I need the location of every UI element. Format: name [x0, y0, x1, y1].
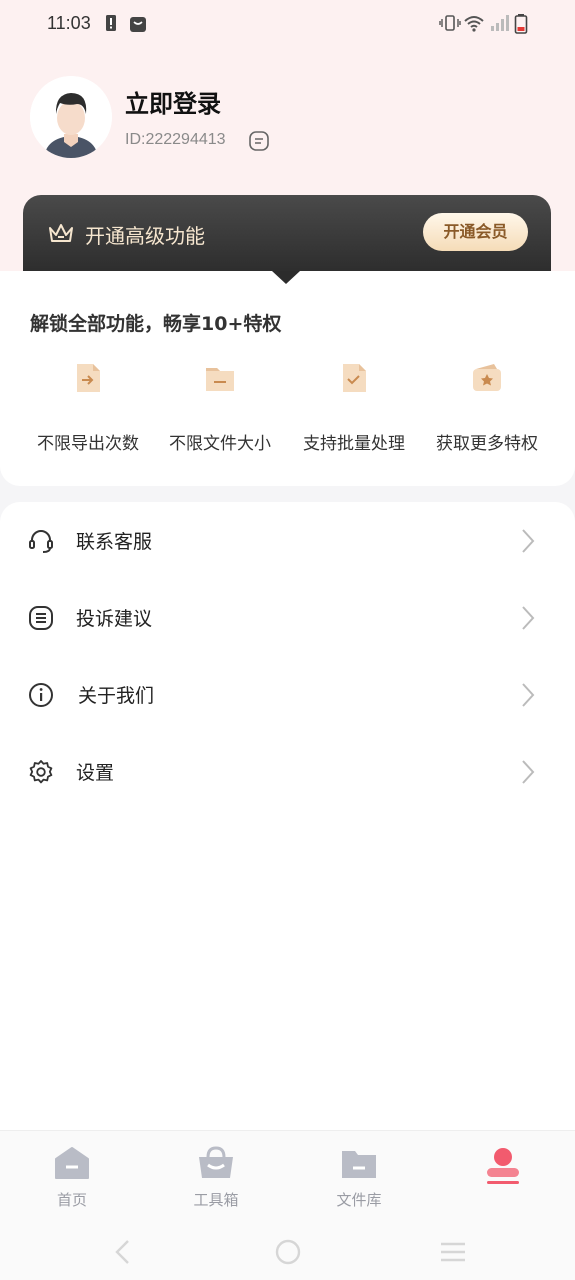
- menu-label: 联系客服: [76, 531, 153, 553]
- menu-item-settings[interactable]: 设置: [0, 733, 575, 810]
- alert-icon: [106, 15, 116, 31]
- avatar[interactable]: [30, 76, 112, 158]
- chevron-right-icon: [522, 529, 535, 553]
- recents-icon[interactable]: [439, 1238, 467, 1266]
- copy-icon[interactable]: [248, 130, 270, 152]
- nav-label: 首页: [56, 1191, 87, 1209]
- chevron-right-icon: [522, 606, 535, 630]
- user-id: ID:222294413: [125, 131, 226, 148]
- open-membership-button[interactable]: 开通会员: [423, 213, 528, 251]
- menu-item-contact-service[interactable]: 联系客服: [0, 502, 575, 579]
- nav-home[interactable]: 首页: [22, 1145, 122, 1210]
- crown-icon: [49, 224, 73, 242]
- headset-icon: [29, 530, 53, 553]
- wifi-icon: [464, 16, 484, 32]
- folder-icon: [206, 368, 234, 391]
- menu-label: 设置: [76, 762, 115, 784]
- feedback-icon: [29, 606, 53, 630]
- privilege-item[interactable]: 获取更多特权: [422, 361, 552, 454]
- menu-label: 投诉建议: [76, 608, 153, 630]
- vip-title: 开通高级功能: [85, 224, 205, 248]
- profile-icon: [487, 1148, 519, 1184]
- privileges-card: 解锁全部功能，畅享10+特权 不限导出次数 不限文件大小 支持批量处理 获取更多…: [0, 271, 575, 486]
- status-time: 11:03: [47, 13, 91, 33]
- menu-label: 关于我们: [78, 685, 155, 707]
- bag-icon: [130, 17, 146, 32]
- menu-item-feedback[interactable]: 投诉建议: [0, 579, 575, 656]
- vibrate-icon: [439, 15, 461, 31]
- nav-label: 工具箱: [193, 1191, 239, 1209]
- gear-icon: [29, 760, 53, 784]
- login-title[interactable]: 立即登录: [125, 84, 221, 119]
- vip-banner[interactable]: 开通高级功能 开通会员: [23, 195, 551, 275]
- star-card-icon: [473, 364, 501, 391]
- privilege-item[interactable]: 不限导出次数: [23, 361, 153, 454]
- privilege-label: 支持批量处理: [303, 434, 405, 454]
- privileges-title: 解锁全部功能，畅享10+特权: [30, 313, 282, 335]
- nav-label: 文件库: [336, 1191, 382, 1209]
- privilege-label: 不限文件大小: [169, 434, 271, 454]
- banner-pointer: [272, 271, 300, 284]
- batch-check-icon: [343, 364, 366, 392]
- home-circle-icon[interactable]: [274, 1238, 302, 1266]
- back-icon[interactable]: [112, 1238, 132, 1266]
- home-icon: [55, 1147, 89, 1179]
- folder-icon: [342, 1151, 376, 1178]
- chevron-right-icon: [522, 760, 535, 784]
- signal-icon: [491, 15, 509, 31]
- export-file-icon: [77, 364, 100, 392]
- nav-file-library[interactable]: 文件库: [309, 1145, 409, 1210]
- nav-profile[interactable]: [453, 1145, 553, 1197]
- status-bar: 11:03: [0, 0, 575, 48]
- chevron-right-icon: [522, 683, 535, 707]
- nav-toolbox[interactable]: 工具箱: [166, 1145, 266, 1210]
- privilege-label: 不限导出次数: [37, 434, 139, 454]
- battery-icon: [514, 14, 528, 34]
- menu-item-about-us[interactable]: 关于我们: [0, 656, 575, 733]
- info-icon: [29, 683, 53, 707]
- toolbox-icon: [199, 1146, 233, 1178]
- privilege-item[interactable]: 不限文件大小: [155, 361, 285, 454]
- menu-list: 联系客服 投诉建议 关于我们 设置: [0, 502, 575, 1142]
- privilege-label: 获取更多特权: [436, 434, 538, 454]
- privilege-item[interactable]: 支持批量处理: [289, 361, 419, 454]
